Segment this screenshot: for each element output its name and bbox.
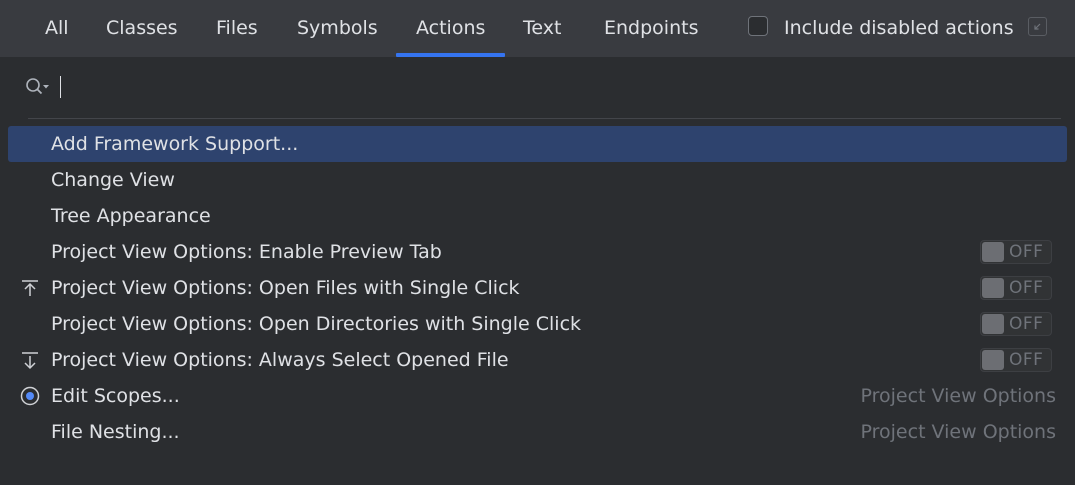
toggle-knob [982, 314, 1004, 334]
list-item-label: Project View Options: Open Directories w… [51, 313, 582, 335]
tab-all[interactable]: All [45, 0, 69, 57]
toggle-state: OFF [1009, 278, 1044, 298]
search-input[interactable] [62, 70, 1056, 106]
toggle-knob [982, 350, 1004, 370]
tab-actions[interactable]: Actions [395, 0, 506, 57]
list-item-edit-scopes[interactable]: Edit Scopes... Project View Options [0, 378, 1075, 414]
list-item-enable-preview-tab[interactable]: Project View Options: Enable Preview Tab… [0, 234, 1075, 270]
include-disabled-checkbox[interactable] [748, 16, 768, 36]
list-item-label: Project View Options: Open Files with Si… [51, 277, 520, 299]
scope-icon [20, 386, 40, 406]
divider [28, 118, 1061, 119]
open-preview-icon[interactable] [1028, 17, 1047, 36]
tab-text[interactable]: Text [523, 0, 561, 57]
tab-files[interactable]: Files [216, 0, 258, 57]
toggle-switch[interactable]: OFF [980, 276, 1052, 300]
tab-symbols[interactable]: Symbols [297, 0, 378, 57]
toggle-switch[interactable]: OFF [980, 240, 1052, 264]
list-item-change-view[interactable]: Change View [0, 162, 1075, 198]
toggle-switch[interactable]: OFF [980, 348, 1052, 372]
list-item-label: Project View Options: Enable Preview Tab [51, 241, 442, 263]
toggle-knob [982, 278, 1004, 298]
text-cursor [60, 76, 61, 98]
toggle-knob [982, 242, 1004, 262]
list-item-tree-appearance[interactable]: Tree Appearance [0, 198, 1075, 234]
list-item-label: Tree Appearance [51, 205, 211, 227]
tab-endpoints[interactable]: Endpoints [604, 0, 698, 57]
list-item-label: Project View Options: Always Select Open… [51, 349, 509, 371]
list-item-location: Project View Options [860, 421, 1056, 443]
list-item-label: Edit Scopes... [51, 385, 180, 407]
results-list: Add Framework Support... Change View Tre… [0, 126, 1075, 450]
search-everywhere-tabbar: All Classes Files Symbols Actions Text E… [0, 0, 1075, 57]
tab-classes[interactable]: Classes [106, 0, 178, 57]
list-item-open-directories-single-click[interactable]: Project View Options: Open Directories w… [0, 306, 1075, 342]
search-icon[interactable] [24, 76, 52, 104]
list-item-label: Change View [51, 169, 175, 191]
list-item-add-framework-support[interactable]: Add Framework Support... [8, 126, 1067, 162]
toggle-state: OFF [1009, 242, 1044, 262]
toggle-state: OFF [1009, 314, 1044, 334]
list-item-location: Project View Options [860, 385, 1056, 407]
list-item-label: File Nesting... [51, 421, 180, 443]
scroll-from-source-icon [20, 278, 40, 298]
list-item-always-select-opened-file[interactable]: Project View Options: Always Select Open… [0, 342, 1075, 378]
toggle-state: OFF [1009, 350, 1044, 370]
list-item-label: Add Framework Support... [51, 133, 299, 155]
include-disabled-label[interactable]: Include disabled actions [784, 0, 1014, 57]
list-item-open-files-single-click[interactable]: Project View Options: Open Files with Si… [0, 270, 1075, 306]
toggle-switch[interactable]: OFF [980, 312, 1052, 336]
list-item-file-nesting[interactable]: File Nesting... Project View Options [0, 414, 1075, 450]
scroll-to-source-icon [20, 350, 40, 370]
